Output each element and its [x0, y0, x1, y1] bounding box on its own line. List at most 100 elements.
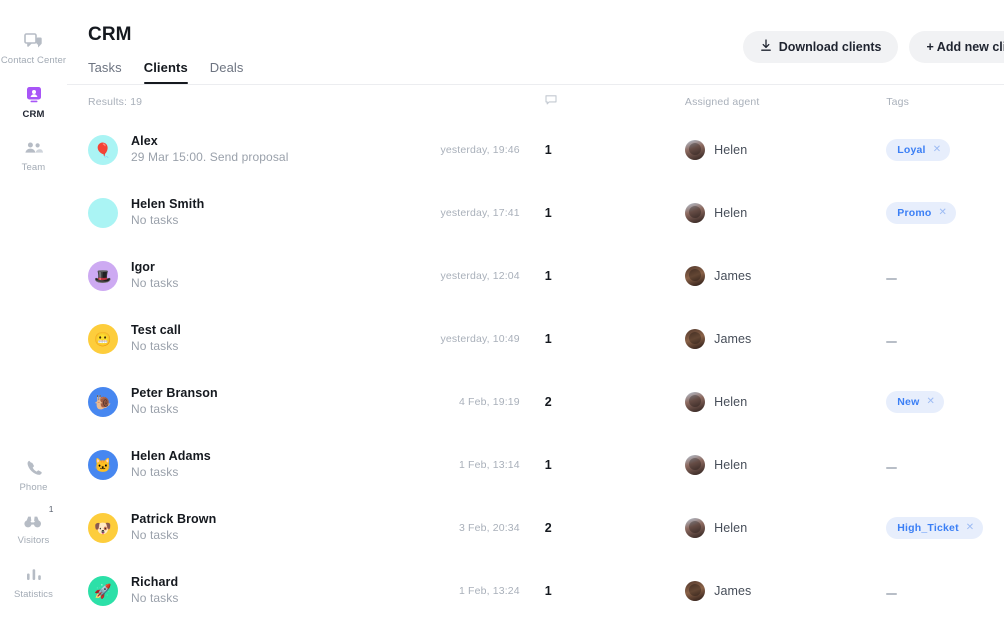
agent-name: James: [714, 269, 751, 283]
client-task: No tasks: [131, 212, 204, 228]
agent-avatar: [685, 203, 705, 223]
client-name: Peter Branson: [131, 386, 218, 401]
agent-name: James: [714, 584, 751, 598]
client-name: Helen Adams: [131, 449, 211, 464]
tab-label: Clients: [144, 60, 188, 75]
tag-chip[interactable]: New ✕: [886, 391, 944, 413]
table-header-row: Results: 19 Assigned agent Tags: [67, 85, 1004, 118]
sidebar-item-label: Contact Center: [1, 55, 66, 67]
client-tags[interactable]: High_Ticket✕: [886, 517, 1004, 539]
client-name: Patrick Brown: [131, 512, 216, 527]
tab-clients[interactable]: Clients: [144, 60, 188, 84]
client-tags[interactable]: [886, 330, 1004, 348]
download-clients-button[interactable]: Download clients: [743, 31, 899, 63]
assigned-agent[interactable]: Helen: [685, 518, 886, 538]
client-name: Alex: [131, 134, 288, 149]
agent-avatar: [685, 581, 705, 601]
table-row[interactable]: 🎩IgorNo tasksyesterday, 12:041James: [67, 244, 1004, 307]
tag-label: New: [897, 396, 919, 408]
agent-avatar: [685, 266, 705, 286]
sidebar-item-statistics[interactable]: Statistics: [0, 564, 67, 601]
tag-chip[interactable]: High_Ticket✕: [886, 517, 983, 539]
client-name: Helen Smith: [131, 197, 204, 212]
table-row[interactable]: Helen SmithNo tasksyesterday, 17:411Hele…: [67, 181, 1004, 244]
sidebar-item-contact-center[interactable]: Contact Center: [0, 30, 67, 67]
sidebar-item-phone[interactable]: Phone: [0, 457, 67, 494]
agent-avatar: [685, 329, 705, 349]
client-message-count: 2: [520, 395, 685, 409]
sidebar-item-visitors[interactable]: 1 Visitors: [0, 510, 67, 547]
client-avatar: 🐶: [88, 513, 118, 543]
client-tags[interactable]: [886, 456, 1004, 474]
page-header: CRM Download clients + Add new client: [67, 0, 1004, 62]
sidebar-item-label: CRM: [23, 109, 45, 121]
assigned-agent[interactable]: Helen: [685, 392, 886, 412]
clients-table: 🎈Alex29 Mar 15:00. Send proposalyesterda…: [67, 118, 1004, 621]
assigned-agent[interactable]: James: [685, 329, 886, 349]
add-new-client-button[interactable]: + Add new client: [909, 31, 1004, 63]
client-name: Richard: [131, 575, 178, 590]
remove-tag-icon[interactable]: ✕: [926, 397, 935, 407]
assigned-agent[interactable]: James: [685, 266, 886, 286]
assigned-agent[interactable]: James: [685, 581, 886, 601]
remove-tag-icon[interactable]: ✕: [933, 145, 942, 155]
table-row[interactable]: 😬Test callNo tasksyesterday, 10:491James: [67, 307, 1004, 370]
client-last-activity: 3 Feb, 20:34: [422, 522, 520, 534]
table-row[interactable]: 🎈Alex29 Mar 15:00. Send proposalyesterda…: [67, 118, 1004, 181]
client-task: No tasks: [131, 590, 178, 606]
table-row[interactable]: 🐌Peter BransonNo tasks4 Feb, 19:192Helen…: [67, 370, 1004, 433]
no-tag-dash: [886, 467, 897, 469]
remove-tag-icon[interactable]: ✕: [966, 523, 975, 533]
agent-name: Helen: [714, 143, 747, 157]
tag-chip[interactable]: Loyal✕: [886, 139, 950, 161]
tag-label: Promo: [897, 207, 931, 219]
assigned-agent[interactable]: Helen: [685, 203, 886, 223]
download-clients-label: Download clients: [779, 40, 882, 54]
client-tags[interactable]: Promo ✕: [886, 202, 1004, 224]
client-message-count: 2: [520, 521, 685, 535]
client-task: No tasks: [131, 275, 178, 291]
sidebar-bottom-group: Phone 1 Visitors: [0, 457, 67, 621]
agent-name: Helen: [714, 395, 747, 409]
tab-deals[interactable]: Deals: [210, 60, 244, 84]
client-avatar: [88, 198, 118, 228]
visitors-badge: 1: [49, 504, 54, 514]
client-tags[interactable]: Loyal✕: [886, 139, 1004, 161]
table-row[interactable]: 🐶 Patrick BrownNo tasks 3 Feb, 20:342Helen…: [67, 496, 1004, 559]
no-tag-dash: [886, 278, 897, 280]
table-row[interactable]: 🚀RichardNo tasks1 Feb, 13:241James: [67, 559, 1004, 621]
remove-tag-icon[interactable]: ✕: [939, 208, 948, 218]
client-message-count: 1: [520, 143, 685, 157]
client-task: No tasks: [131, 338, 181, 354]
client-tags[interactable]: New ✕: [886, 391, 1004, 413]
client-last-activity: yesterday, 17:41: [422, 207, 520, 219]
agent-name: James: [714, 332, 751, 346]
bar-chart-icon: [25, 564, 43, 586]
tag-chip[interactable]: Promo ✕: [886, 202, 956, 224]
main-sidebar: Contact Center CRM: [0, 0, 67, 621]
team-people-icon: [23, 137, 45, 159]
client-message-count: 1: [520, 332, 685, 346]
agent-column-header: Assigned agent: [685, 96, 886, 108]
table-row[interactable]: 🐱Helen AdamsNo tasks1 Feb, 13:141Helen: [67, 433, 1004, 496]
client-task: No tasks: [131, 527, 216, 543]
crm-card-icon: [24, 84, 44, 106]
client-tags[interactable]: [886, 267, 1004, 285]
client-task: 29 Mar 15:00. Send proposal: [131, 149, 288, 165]
client-tags[interactable]: [886, 582, 1004, 600]
assigned-agent[interactable]: Helen: [685, 140, 886, 160]
no-tag-dash: [886, 593, 897, 595]
assigned-agent[interactable]: Helen: [685, 455, 886, 475]
sidebar-item-crm[interactable]: CRM: [0, 84, 67, 121]
page-title: CRM: [88, 24, 132, 46]
agent-avatar: [685, 455, 705, 475]
add-new-client-label: + Add new client: [926, 40, 1004, 54]
section-tabs: Tasks Clients Deals: [67, 60, 1004, 84]
sidebar-item-team[interactable]: Team: [0, 137, 67, 174]
client-avatar: 🐱: [88, 450, 118, 480]
client-task: No tasks: [131, 464, 211, 480]
tab-label: Tasks: [88, 60, 122, 75]
tab-tasks[interactable]: Tasks: [88, 60, 122, 84]
tags-column-header: Tags: [886, 96, 1004, 108]
sidebar-item-label: Visitors: [18, 535, 50, 547]
